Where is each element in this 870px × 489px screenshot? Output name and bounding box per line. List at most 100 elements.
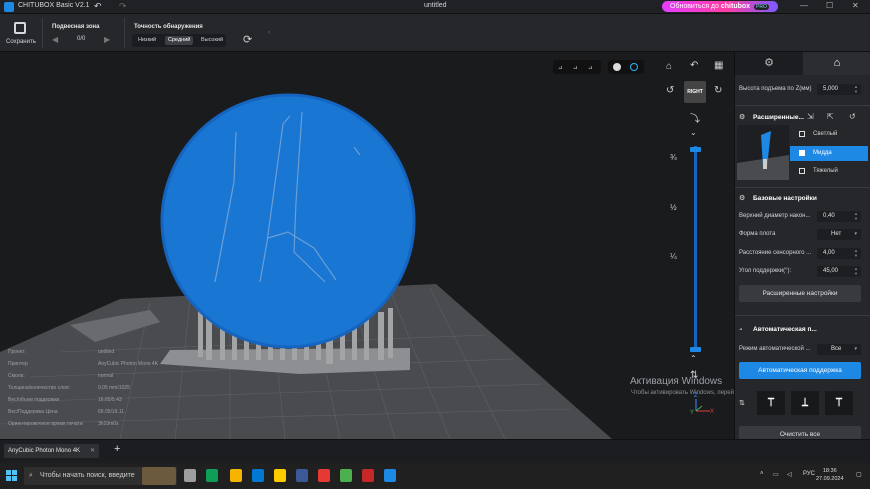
cube-view-icon[interactable]: ▦ bbox=[714, 60, 723, 71]
lift-height-input[interactable]: 5,000 ▲ ▼ bbox=[817, 84, 861, 95]
windows-start-icon[interactable] bbox=[6, 470, 18, 482]
gear-icon: ⚙ bbox=[739, 195, 746, 202]
close-tab-icon[interactable]: ✕ bbox=[90, 444, 95, 458]
printer-tab[interactable]: AnyCubic Photon Mono 4K ✕ bbox=[4, 444, 99, 458]
undo-icon[interactable]: ↶ bbox=[94, 1, 102, 12]
raft-shape-select[interactable]: Нет ▾ bbox=[817, 229, 861, 240]
scene-canvas[interactable] bbox=[0, 52, 734, 439]
reset-icon[interactable]: ↺ bbox=[849, 112, 856, 121]
network-icon[interactable]: ▭ bbox=[773, 471, 779, 478]
model-sphere bbox=[160, 93, 416, 349]
tray-arrow-icon[interactable]: ˄ bbox=[760, 471, 764, 477]
zone-count: 0/0 bbox=[77, 36, 86, 42]
chitubox-taskbar-icon[interactable] bbox=[384, 469, 396, 482]
zone-title: Подвесная зона bbox=[52, 24, 100, 30]
toolbar-divider bbox=[42, 18, 43, 48]
density-medium[interactable]: Мидда bbox=[790, 146, 868, 161]
add-printer-tab-button[interactable]: + bbox=[114, 443, 120, 455]
expand-icon[interactable]: ‹ bbox=[268, 30, 270, 36]
tab-settings[interactable]: ⚙ bbox=[735, 52, 803, 75]
input-language[interactable]: РУС bbox=[803, 471, 815, 477]
slider-down-icon[interactable]: ⌃ bbox=[690, 354, 697, 363]
panel-tabs: ⚙ ⌂ bbox=[735, 52, 870, 75]
support-panel: ⚙ ⌂ Высота подъема по Z(мм) 5,000 ▲ ▼ ⚙ Ра… bbox=[734, 52, 870, 443]
printer-tabs-bar: AnyCubic Photon Mono 4K ✕ + bbox=[0, 439, 870, 463]
tip-diameter-input[interactable]: 0,40 ▲ ▼ bbox=[817, 211, 861, 222]
zone-prev-icon[interactable]: ◀ bbox=[52, 35, 58, 44]
rotate-left-icon[interactable]: ↶ bbox=[690, 60, 698, 71]
layer-slider-bottom-thumb[interactable] bbox=[690, 347, 701, 352]
edit-support-tool[interactable]: ⟘ bbox=[791, 391, 819, 415]
title-bar: CHITUBOX Basic V2.1 ↶ ↷ untitled Обновит… bbox=[0, 0, 870, 14]
support-angle-input[interactable]: 45,00 ▲ ▼ bbox=[817, 266, 861, 277]
winrar-icon[interactable] bbox=[362, 469, 374, 482]
volume-icon[interactable]: ◁ bbox=[787, 471, 792, 478]
file-explorer-icon[interactable] bbox=[230, 469, 242, 482]
upgrade-badge: PRO bbox=[754, 4, 769, 10]
close-button[interactable]: ✕ bbox=[852, 1, 859, 10]
support-view-icon-3[interactable]: ⟓ bbox=[588, 61, 592, 72]
search-highlight-image bbox=[142, 467, 176, 485]
app-title: CHITUBOX Basic V2.1 bbox=[18, 2, 90, 9]
auto-support-button[interactable]: Автоматическая поддержка bbox=[739, 362, 861, 379]
solid-render-icon[interactable] bbox=[613, 63, 621, 71]
tip-diameter-label: Верхний диаметр након... bbox=[739, 213, 811, 219]
rotate-cw-icon[interactable]: ↻ bbox=[714, 85, 722, 96]
add-support-tool[interactable]: ⟙ bbox=[757, 391, 785, 415]
taskview-icon[interactable] bbox=[184, 469, 196, 482]
3d-viewport[interactable]: ⟓ ⟓ ⟓ ⌂ ↶ ▦ ↺ RIGHT ↻ ⤵ ⌄ ¾ ½ ¼ ⌃ ⇅ Z Y … bbox=[0, 52, 734, 439]
contact-distance-input[interactable]: 4,00 ▲ ▼ bbox=[817, 248, 861, 259]
taskbar-clock[interactable]: 18:36 27.09.2024 bbox=[816, 467, 844, 483]
lift-height-label: Высота подъема по Z(мм) bbox=[739, 86, 812, 92]
density-light[interactable]: Светлый bbox=[790, 127, 868, 142]
accuracy-high[interactable]: Высокий bbox=[198, 36, 226, 45]
app-icon[interactable] bbox=[318, 469, 330, 482]
advanced-title: Расширенные... bbox=[753, 114, 804, 121]
xray-render-icon[interactable] bbox=[630, 63, 638, 71]
slider-up-icon[interactable]: ⌄ bbox=[690, 128, 697, 137]
app-logo-icon bbox=[4, 2, 14, 12]
refresh-icon[interactable]: ⟳ bbox=[243, 33, 252, 46]
save-icon[interactable] bbox=[14, 22, 26, 34]
linear-support-tool[interactable]: ⟙ bbox=[825, 391, 853, 415]
render-mode-group bbox=[608, 60, 644, 74]
rotate-down-icon[interactable]: ⤵ bbox=[690, 110, 700, 125]
divider bbox=[735, 315, 870, 316]
auto-mode-select[interactable]: Все ▾ bbox=[817, 344, 861, 355]
notifications-icon[interactable]: ▢ bbox=[856, 471, 862, 478]
density-heavy[interactable]: Тяжелый bbox=[790, 164, 868, 179]
advanced-settings-button[interactable]: Расширенные настройки bbox=[739, 285, 861, 302]
right-view-button[interactable]: RIGHT bbox=[684, 81, 706, 103]
support-view-icon[interactable]: ⟓ bbox=[558, 61, 562, 72]
accuracy-title: Точность обнаружения bbox=[134, 24, 203, 30]
accuracy-low[interactable]: Низкий bbox=[135, 36, 159, 45]
redo-icon[interactable]: ↷ bbox=[119, 1, 127, 12]
home-view-icon[interactable]: ⌂ bbox=[666, 61, 672, 72]
axis-gizmo-icon bbox=[695, 399, 710, 412]
upgrade-button[interactable]: Обновиться до chitubox PRO bbox=[662, 1, 778, 12]
accuracy-medium[interactable]: Средний bbox=[165, 36, 194, 45]
maximize-button[interactable]: ☐ bbox=[826, 1, 833, 10]
support-preview bbox=[737, 125, 789, 180]
export-icon[interactable]: ⇲ bbox=[807, 112, 814, 121]
support-view-icon-2[interactable]: ⟓ bbox=[573, 61, 577, 72]
chrome-icon[interactable] bbox=[340, 469, 352, 482]
layer-slider-top-thumb[interactable] bbox=[690, 147, 701, 152]
support-tool-group: ⇅ ⟙ ⟘ ⟙ bbox=[735, 391, 870, 417]
save-label[interactable]: Сохранить bbox=[6, 39, 36, 45]
mail-icon[interactable] bbox=[252, 469, 264, 482]
steam-icon[interactable] bbox=[296, 469, 308, 482]
contact-distance-label: Расстояние сенсорного ... bbox=[739, 250, 812, 256]
tool-group-icon: ⇅ bbox=[739, 400, 745, 407]
edge-icon[interactable] bbox=[206, 469, 218, 482]
yandex-icon[interactable] bbox=[274, 469, 286, 482]
rotate-ccw-icon[interactable]: ↺ bbox=[666, 85, 674, 96]
layer-slider-track[interactable] bbox=[694, 146, 697, 352]
zone-next-icon[interactable]: ▶ bbox=[104, 35, 110, 44]
minimize-button[interactable]: — bbox=[800, 1, 808, 10]
info-print-time: Ориентировочное время печати 3h10m0s bbox=[8, 421, 119, 427]
activation-watermark-title: Активация Windows bbox=[630, 376, 723, 387]
import-icon[interactable]: ⇱ bbox=[827, 112, 834, 121]
tab-supports[interactable]: ⌂ bbox=[803, 52, 870, 75]
info-project: Проект: untitled bbox=[8, 349, 115, 355]
